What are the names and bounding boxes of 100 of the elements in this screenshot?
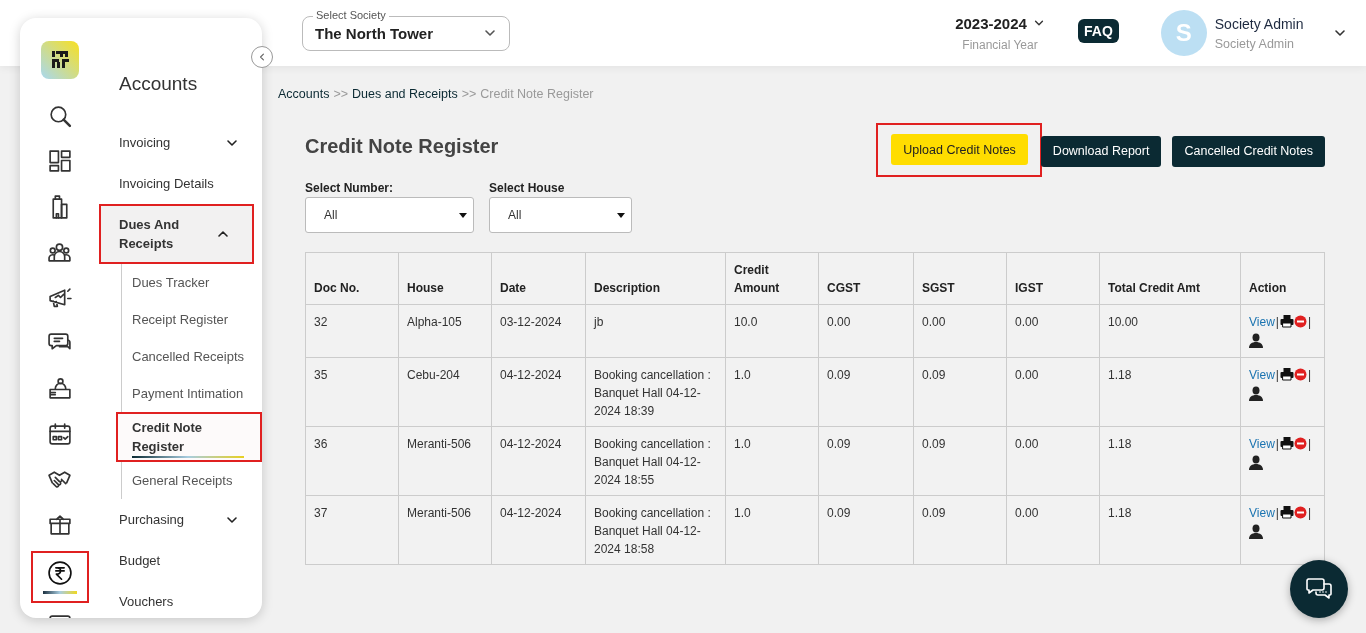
- column-header: Doc No.: [305, 252, 399, 305]
- report-button[interactable]: Cancelled Credit Notes: [1172, 135, 1325, 167]
- calendar-icon[interactable]: [46, 421, 73, 448]
- person-icon[interactable]: [1249, 386, 1263, 401]
- dropdown-value: All: [324, 208, 338, 222]
- chat-button[interactable]: [1290, 560, 1348, 618]
- breadcrumb-link[interactable]: Accounts: [278, 87, 330, 101]
- table-cell: Meranti-506: [398, 495, 492, 565]
- table-cell: 0.00: [818, 304, 914, 358]
- upload-button[interactable]: Upload Credit Notes: [891, 134, 1028, 165]
- breadcrumb-link[interactable]: Dues and Receipts: [352, 87, 458, 101]
- view-link[interactable]: View: [1249, 368, 1275, 382]
- faq-button[interactable]: FAQ: [1078, 19, 1119, 43]
- table-cell: Cebu-204: [398, 357, 492, 427]
- select-label: Select Society: [313, 8, 389, 21]
- no-entry-icon[interactable]: [1293, 506, 1307, 519]
- menu-item[interactable]: Dues And Receipts: [99, 204, 254, 264]
- section-title: Accounts: [119, 73, 199, 96]
- menu-item[interactable]: Invoicing: [99, 122, 261, 163]
- no-entry-icon[interactable]: [1293, 368, 1307, 381]
- menu-item[interactable]: Vouchers: [99, 581, 261, 618]
- view-link[interactable]: View: [1249, 506, 1275, 520]
- table-cell: 03-12-2024: [491, 304, 586, 358]
- submenu-item[interactable]: Dues Tracker: [122, 264, 262, 301]
- table-cell: 04-12-2024: [491, 357, 586, 427]
- table-cell: 04-12-2024: [491, 426, 586, 496]
- table-cell: 0.00: [1006, 426, 1100, 496]
- separator-text: |: [1275, 315, 1279, 329]
- table-cell: 35: [305, 357, 399, 427]
- column-header: House: [398, 252, 492, 305]
- table-cell: jb: [585, 304, 726, 358]
- no-entry-icon[interactable]: [1293, 437, 1307, 450]
- user-role: Society Admin: [1214, 36, 1295, 51]
- grid-icon[interactable]: [46, 148, 73, 175]
- dropdown[interactable]: All: [489, 197, 632, 233]
- separator-text: |: [1275, 506, 1279, 520]
- table-cell: 0.09: [818, 357, 914, 427]
- column-header: Credit Amount: [725, 252, 819, 305]
- dropdown-value: All: [508, 208, 522, 222]
- table-cell: 0.09: [818, 495, 914, 565]
- table-cell: 04-12-2024: [491, 495, 586, 565]
- table-cell: 32: [305, 304, 399, 358]
- person-icon[interactable]: [1249, 455, 1263, 470]
- submenu-item[interactable]: Credit Note Register: [116, 412, 262, 462]
- menu-item[interactable]: Purchasing: [99, 499, 261, 540]
- report-button[interactable]: Download Report: [1040, 135, 1162, 167]
- breadcrumb-separator: >>: [333, 87, 349, 101]
- separator-text: |: [1275, 437, 1279, 451]
- table-cell: Booking cancellation : Banquet Hall 04-12-2024 18:39: [585, 357, 726, 427]
- table-cell: 0.00: [913, 304, 1007, 358]
- view-link[interactable]: View: [1249, 437, 1275, 451]
- chevron-left-icon: [257, 52, 267, 62]
- filter-label: Select House: [489, 181, 566, 195]
- rupee-icon[interactable]: [46, 560, 73, 586]
- table-cell: 0.09: [818, 426, 914, 496]
- separator-text: |: [1307, 315, 1312, 329]
- column-header: Action: [1240, 252, 1325, 305]
- financial-year-value[interactable]: 2023-2024: [955, 14, 1027, 32]
- table-cell: 1.18: [1099, 357, 1241, 427]
- submenu-item[interactable]: Payment Intimation: [122, 375, 262, 412]
- column-header: Date: [491, 252, 586, 305]
- table-cell: 0.00: [1006, 495, 1100, 565]
- table-cell: 0.00: [1006, 357, 1100, 427]
- submenu-item[interactable]: General Receipts: [122, 462, 262, 499]
- separator-text: |: [1307, 437, 1312, 451]
- table-cell: 1.18: [1099, 426, 1241, 496]
- column-header: Total Credit Amt: [1099, 252, 1241, 305]
- person-icon[interactable]: [1249, 333, 1263, 348]
- separator-text: |: [1275, 368, 1279, 382]
- column-header: IGST: [1006, 252, 1100, 305]
- separator-text: |: [1307, 368, 1312, 382]
- table-cell: 10.00: [1099, 304, 1241, 358]
- table-cell: 1.0: [725, 495, 819, 565]
- separator-text: |: [1307, 506, 1312, 520]
- submenu-item[interactable]: Receipt Register: [122, 301, 262, 338]
- table-cell: 36: [305, 426, 399, 496]
- menu-item[interactable]: Invoicing Details: [99, 163, 261, 204]
- table-cell: Alpha-105: [398, 304, 492, 358]
- view-link[interactable]: View: [1249, 315, 1275, 329]
- breadcrumb-current: Credit Note Register: [480, 87, 594, 101]
- caret-down-icon: [617, 212, 625, 218]
- no-entry-icon[interactable]: [1293, 315, 1307, 328]
- caret-down-icon: [459, 212, 467, 218]
- table-cell: 0.00: [1006, 304, 1100, 358]
- printer-icon[interactable]: [1279, 505, 1294, 519]
- table-cell: Meranti-506: [398, 426, 492, 496]
- printer-icon[interactable]: [1279, 314, 1294, 328]
- table-cell: 0.09: [913, 426, 1007, 496]
- submenu-item[interactable]: Cancelled Receipts: [122, 338, 262, 375]
- person-icon[interactable]: [1249, 524, 1263, 539]
- dropdown[interactable]: All: [305, 197, 474, 233]
- reception-desk-icon[interactable]: [46, 375, 73, 402]
- table-cell: 0.09: [913, 357, 1007, 427]
- user-name: Society Admin: [1214, 15, 1305, 32]
- table-cell: 1.0: [725, 357, 819, 427]
- breadcrumb-separator: >>: [461, 87, 477, 101]
- printer-icon[interactable]: [1279, 367, 1294, 381]
- menu-item[interactable]: Budget: [99, 540, 261, 581]
- printer-icon[interactable]: [1279, 436, 1294, 450]
- column-header: SGST: [913, 252, 1007, 305]
